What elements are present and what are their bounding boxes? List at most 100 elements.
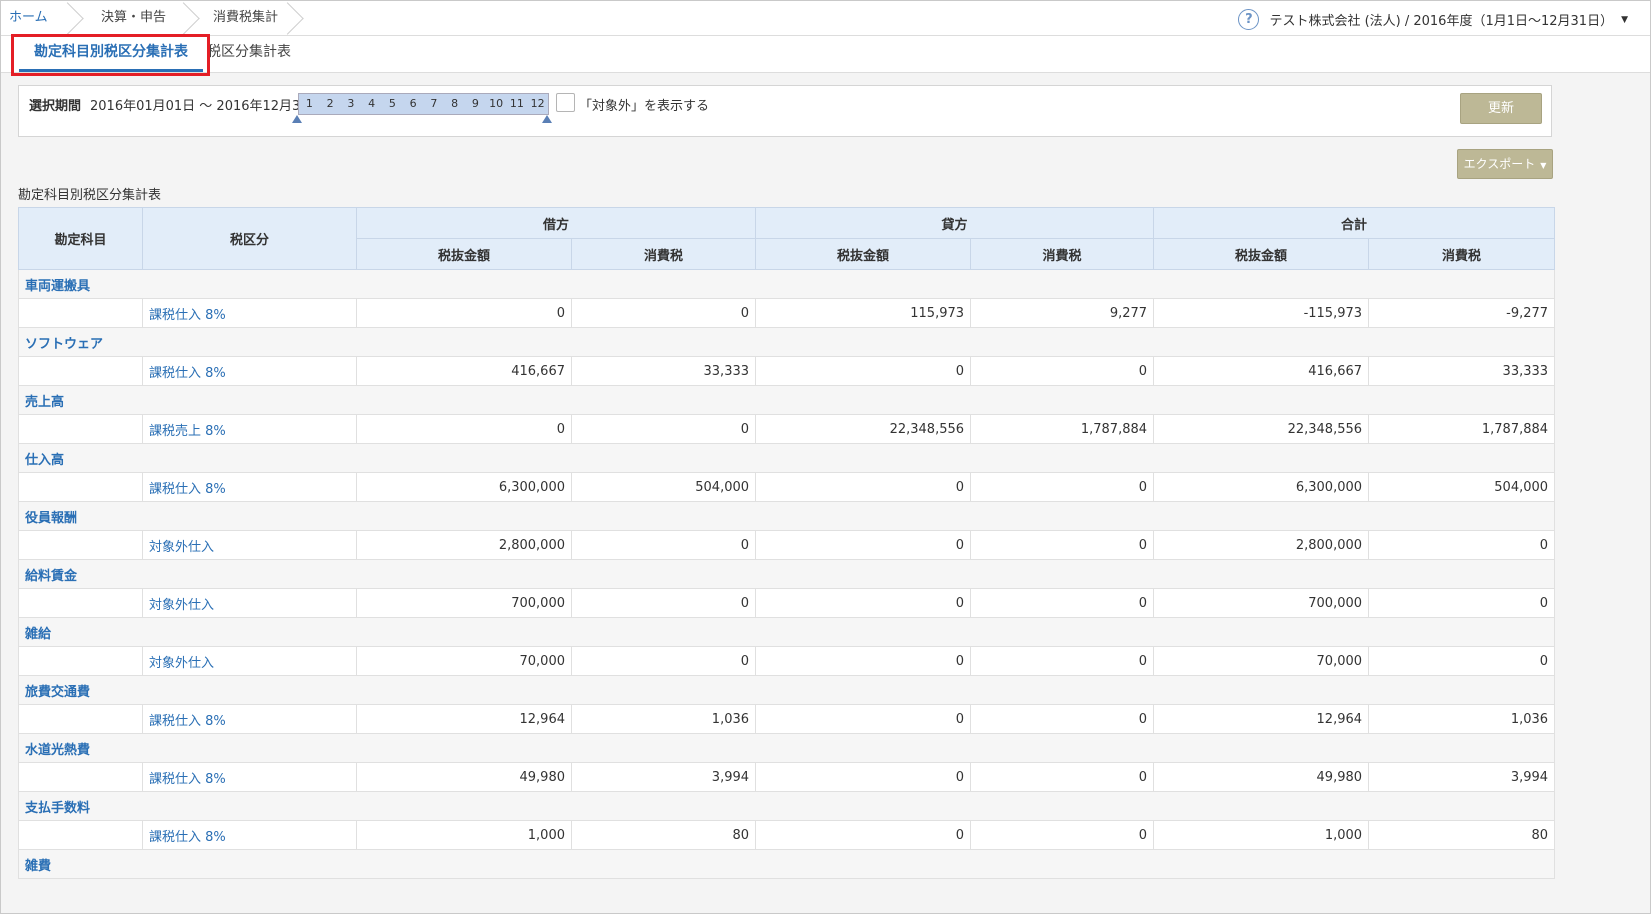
- credit-tax-cell: 0: [970, 588, 1155, 618]
- debit-tax-cell: 0: [570, 588, 757, 618]
- help-icon[interactable]: ?: [1238, 9, 1260, 30]
- credit-excl-cell: 115,973: [755, 298, 972, 328]
- chevron-down-icon[interactable]: ▼: [1621, 15, 1628, 25]
- account-name-link[interactable]: 雑給: [17, 617, 1556, 647]
- total-excl-cell: 1,000: [1153, 820, 1370, 850]
- debit-excl-cell: 0: [356, 298, 572, 328]
- account-group-row: 旅費交通費: [17, 675, 1556, 705]
- month-2[interactable]: 2: [320, 94, 341, 114]
- header-credit: 貸方: [755, 207, 1155, 239]
- tab-tax-class-summary[interactable]: 税区分集計表: [207, 36, 291, 72]
- total-tax-cell: 33,333: [1368, 356, 1556, 386]
- debit-tax-cell: 1,036: [570, 704, 757, 734]
- account-name-link[interactable]: 売上高: [17, 385, 1556, 415]
- total-excl-cell: 6,300,000: [1153, 472, 1370, 502]
- header-total-excl: 税抜金額: [1153, 238, 1370, 270]
- account-name-link[interactable]: 仕入高: [17, 443, 1556, 473]
- header-debit: 借方: [355, 207, 757, 239]
- header-tax-class: 税区分: [142, 207, 357, 270]
- month-4[interactable]: 4: [361, 94, 382, 114]
- breadcrumb-home[interactable]: ホーム: [1, 1, 73, 35]
- month-3[interactable]: 3: [341, 94, 362, 114]
- total-excl-cell: 2,800,000: [1153, 530, 1370, 560]
- total-tax-cell: 1,787,884: [1368, 414, 1556, 444]
- total-tax-cell: -9,277: [1368, 298, 1556, 328]
- total-tax-cell: 80: [1368, 820, 1556, 850]
- total-tax-cell: 504,000: [1368, 472, 1556, 502]
- account-group-row: ソフトウェア: [17, 327, 1556, 357]
- period-range: 2016年01月01日 〜 2016年12月31日: [90, 99, 322, 114]
- show-excluded-label[interactable]: 「対象外」を表示する: [579, 95, 709, 114]
- account-name-link[interactable]: 役員報酬: [17, 501, 1556, 531]
- account-name-link[interactable]: 旅費交通費: [17, 675, 1556, 705]
- debit-excl-cell: 0: [356, 414, 572, 444]
- table-row: 対象外仕入 70,000 0 0 0 70,000 0: [18, 646, 1556, 676]
- tax-class-link[interactable]: 対象外仕入: [142, 588, 357, 618]
- month-8[interactable]: 8: [444, 94, 465, 114]
- account-name-link[interactable]: ソフトウェア: [17, 327, 1556, 357]
- credit-tax-cell: 9,277: [970, 298, 1155, 328]
- update-button[interactable]: 更新: [1460, 93, 1542, 124]
- month-12[interactable]: 12: [527, 94, 548, 114]
- credit-tax-cell: 1,787,884: [970, 414, 1155, 444]
- credit-excl-cell: 0: [755, 762, 972, 792]
- credit-excl-cell: 0: [755, 530, 972, 560]
- total-excl-cell: 70,000: [1153, 646, 1370, 676]
- table-row: 課税仕入 8% 12,964 1,036 0 0 12,964 1,036: [18, 704, 1556, 734]
- credit-tax-cell: 0: [970, 762, 1155, 792]
- total-tax-cell: 1,036: [1368, 704, 1556, 734]
- tax-class-link[interactable]: 課税仕入 8%: [142, 356, 357, 386]
- credit-excl-cell: 0: [755, 472, 972, 502]
- account-name-link[interactable]: 水道光熱費: [17, 733, 1556, 763]
- company-selector[interactable]: ? テスト株式会社 (法人) / 2016年度（1月1日〜12月31日） ▼: [1238, 9, 1628, 30]
- empty-cell: [18, 414, 143, 444]
- debit-excl-cell: 49,980: [356, 762, 572, 792]
- tax-class-link[interactable]: 対象外仕入: [142, 530, 357, 560]
- credit-excl-cell: 22,348,556: [755, 414, 972, 444]
- account-name-link[interactable]: 支払手数料: [17, 791, 1556, 821]
- debit-excl-cell: 12,964: [356, 704, 572, 734]
- account-name-link[interactable]: 雑費: [17, 849, 1556, 879]
- header-debit-tax: 消費税: [570, 238, 757, 270]
- month-9[interactable]: 9: [465, 94, 486, 114]
- app-window: ホーム 決算・申告 消費税集計 ? テスト株式会社 (法人) / 2016年度（…: [0, 0, 1651, 914]
- empty-cell: [18, 356, 143, 386]
- total-excl-cell: 700,000: [1153, 588, 1370, 618]
- breadcrumb-current: 消費税集計: [189, 1, 299, 35]
- month-range-slider[interactable]: 1 2 3 4 5 6 7 8 9 10 11 12: [298, 93, 549, 115]
- month-5[interactable]: 5: [382, 94, 403, 114]
- month-11[interactable]: 11: [507, 94, 528, 114]
- tax-class-link[interactable]: 課税売上 8%: [142, 414, 357, 444]
- header-total: 合計: [1153, 207, 1556, 239]
- tax-class-link[interactable]: 課税仕入 8%: [142, 762, 357, 792]
- show-excluded-checkbox[interactable]: [556, 93, 575, 112]
- breadcrumb-closing[interactable]: 決算・申告: [73, 1, 189, 35]
- tax-class-link[interactable]: 対象外仕入: [142, 646, 357, 676]
- period-filter-panel: 選択期間 2016年01月01日 〜 2016年12月31日 1 2 3 4 5…: [18, 85, 1552, 137]
- table-row: 対象外仕入 700,000 0 0 0 700,000 0: [18, 588, 1556, 618]
- account-group-row: 雑給: [17, 617, 1556, 647]
- month-1[interactable]: 1: [299, 94, 320, 114]
- section-title: 勘定科目別税区分集計表: [18, 188, 162, 203]
- account-group-row: 仕入高: [17, 443, 1556, 473]
- tab-account-tax-summary[interactable]: 勘定科目別税区分集計表: [19, 36, 203, 72]
- account-name-link[interactable]: 車両運搬具: [17, 269, 1556, 299]
- account-group-row: 車両運搬具: [17, 269, 1556, 299]
- header-total-tax: 消費税: [1368, 238, 1556, 270]
- account-name-link[interactable]: 給料賃金: [17, 559, 1556, 589]
- tax-class-link[interactable]: 課税仕入 8%: [142, 472, 357, 502]
- export-button[interactable]: エクスポート ▼: [1457, 149, 1553, 179]
- month-7[interactable]: 7: [424, 94, 445, 114]
- month-10[interactable]: 10: [486, 94, 507, 114]
- credit-tax-cell: 0: [970, 472, 1155, 502]
- tax-class-link[interactable]: 課税仕入 8%: [142, 704, 357, 734]
- total-excl-cell: 12,964: [1153, 704, 1370, 734]
- debit-tax-cell: 80: [570, 820, 757, 850]
- debit-tax-cell: 0: [570, 298, 757, 328]
- range-end-handle[interactable]: [542, 115, 552, 123]
- tax-class-link[interactable]: 課税仕入 8%: [142, 298, 357, 328]
- month-6[interactable]: 6: [403, 94, 424, 114]
- tab-bar: 勘定科目別税区分集計表 税区分集計表: [1, 36, 1650, 73]
- tax-class-link[interactable]: 課税仕入 8%: [142, 820, 357, 850]
- range-start-handle[interactable]: [292, 115, 302, 123]
